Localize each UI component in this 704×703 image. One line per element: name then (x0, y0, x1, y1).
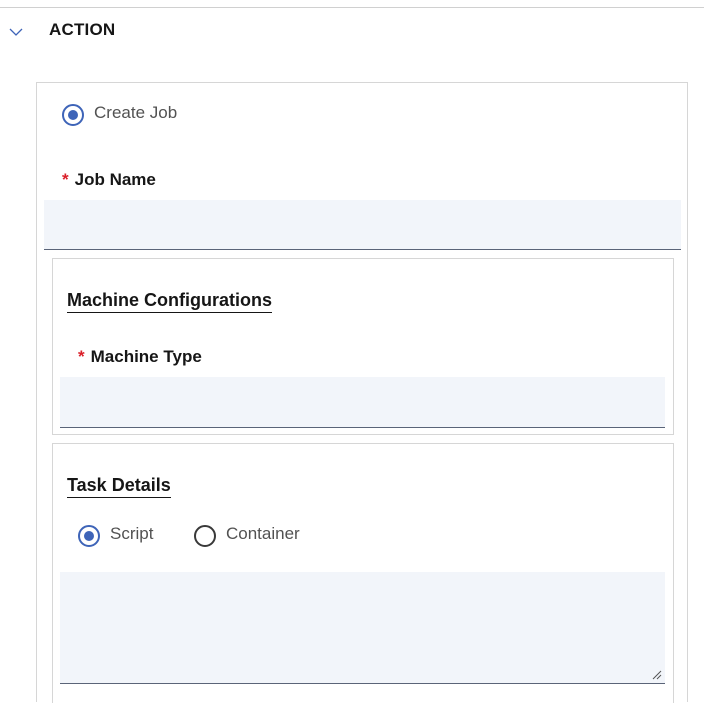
top-divider (0, 7, 704, 8)
script-textarea[interactable] (60, 572, 665, 684)
required-marker: * (78, 347, 85, 366)
script-label[interactable]: Script (110, 524, 153, 544)
machine-type-label-text: Machine Type (90, 347, 202, 366)
chevron-down-icon[interactable] (8, 24, 24, 40)
job-name-input[interactable] (44, 200, 681, 250)
machine-type-label: * Machine Type (78, 347, 202, 367)
container-radio[interactable] (194, 525, 216, 547)
create-job-label[interactable]: Create Job (94, 103, 177, 123)
create-job-radio[interactable] (62, 104, 84, 126)
section-title[interactable]: ACTION (49, 20, 115, 40)
script-radio[interactable] (78, 525, 100, 547)
task-details-title: Task Details (67, 475, 171, 498)
required-marker: * (62, 170, 69, 189)
machine-type-input[interactable] (60, 377, 665, 428)
resize-grip-icon[interactable] (652, 670, 662, 680)
machine-config-title: Machine Configurations (67, 290, 273, 313)
job-name-label-text: Job Name (74, 170, 156, 189)
job-name-label: * Job Name (62, 170, 156, 190)
container-label[interactable]: Container (226, 524, 300, 544)
